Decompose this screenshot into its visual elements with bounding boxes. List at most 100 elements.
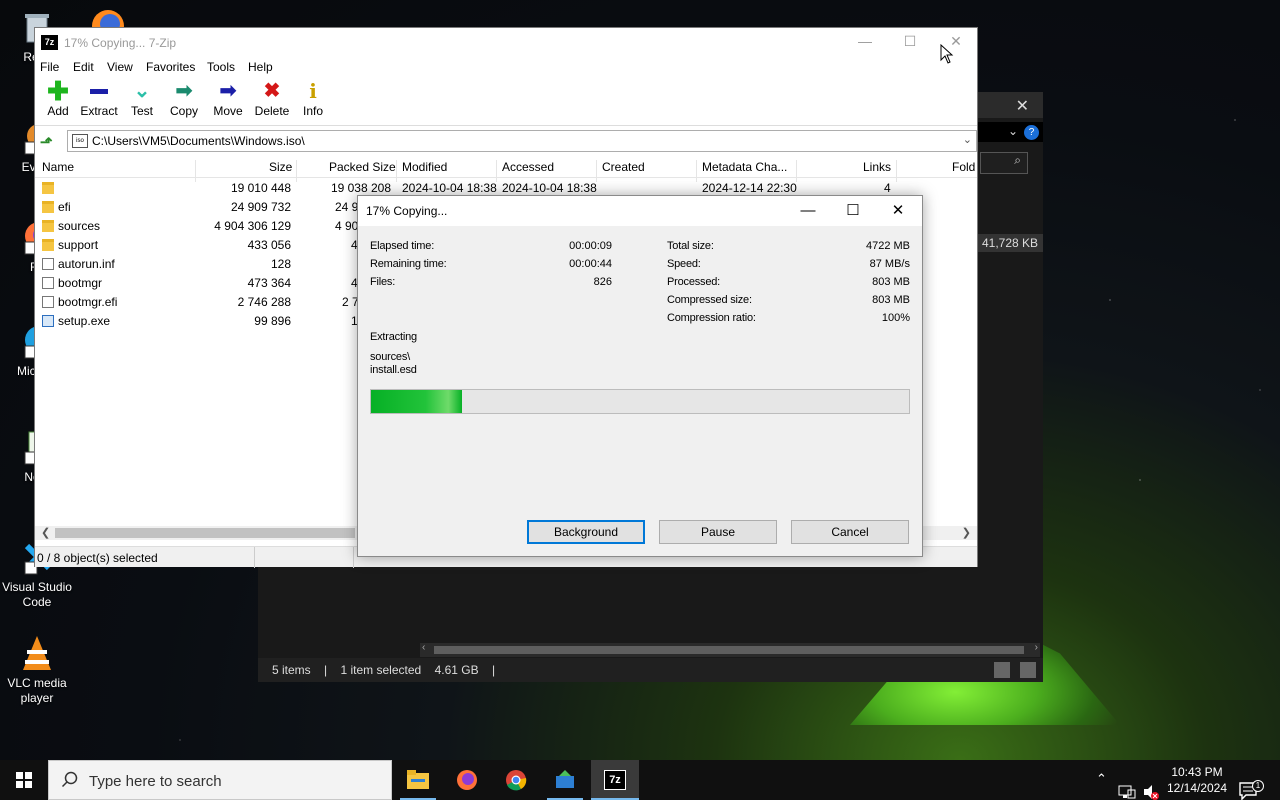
copy-button[interactable]: ➡ Copy <box>169 80 199 118</box>
taskbar-file-explorer[interactable] <box>394 760 442 800</box>
taskbar-search-box[interactable]: Type here to search <box>48 760 392 800</box>
minimize-icon[interactable]: — <box>786 199 830 223</box>
close-icon[interactable]: ✕ <box>1016 96 1029 116</box>
scrollbar-thumb[interactable] <box>434 646 1024 654</box>
start-button[interactable] <box>0 760 48 800</box>
column-metadata-changed[interactable]: Metadata Cha... <box>702 160 787 174</box>
maximize-icon[interactable]: ☐ <box>895 33 925 50</box>
add-button[interactable]: ✚ Add <box>43 76 73 118</box>
file-modified: 2024-10-04 18:38 <box>402 181 497 195</box>
application-icon <box>42 315 54 327</box>
maximize-icon[interactable]: ☐ <box>831 199 875 223</box>
info-button[interactable]: i Info <box>301 80 325 118</box>
chevron-down-icon[interactable]: ⌄ <box>963 133 972 146</box>
taskbar-app-green[interactable] <box>541 760 589 800</box>
copy-progress-dialog[interactable]: 17% Copying... — ☐ ✕ Elapsed time: 00:00… <box>357 195 923 557</box>
folder-up-icon[interactable]: ⬏ <box>40 133 56 151</box>
add-label: Add <box>47 104 69 118</box>
taskbar-7zip[interactable]: 7z <box>591 760 639 800</box>
taskbar-firefox[interactable] <box>443 760 491 800</box>
status-separator: | <box>491 663 496 677</box>
chevron-down-icon[interactable]: ⌄ <box>1008 124 1018 138</box>
file-size: 24 909 732 <box>230 200 291 214</box>
explorer-horizontal-scrollbar[interactable]: ‹ › <box>420 642 1040 657</box>
menu-view[interactable]: View <box>107 60 133 74</box>
menu-file[interactable]: File <box>40 60 59 74</box>
file-icon <box>42 296 54 308</box>
taskbar-chrome[interactable] <box>492 760 540 800</box>
menu-tools[interactable]: Tools <box>207 60 235 74</box>
desktop-icon-vlc[interactable]: VLC media player <box>0 634 74 706</box>
remaining-time-label: Remaining time: <box>370 258 447 270</box>
progress-bar-fill <box>371 390 463 413</box>
network-icon[interactable] <box>1118 772 1136 800</box>
pause-button[interactable]: Pause <box>659 520 777 544</box>
extract-button[interactable]: Extract <box>79 80 119 118</box>
menu-favorites[interactable]: Favorites <box>146 60 195 74</box>
scroll-right-icon[interactable]: ❯ <box>962 526 971 539</box>
help-icon[interactable]: ? <box>1024 125 1039 140</box>
move-button[interactable]: ➡ Move <box>211 80 245 118</box>
column-packed-size[interactable]: Packed Size <box>329 160 396 174</box>
column-modified[interactable]: Modified <box>402 160 447 174</box>
processed-label: Processed: <box>667 276 721 288</box>
speed-value: 87 MB/s <box>869 258 910 270</box>
7zip-logo-icon: 7z <box>41 35 58 50</box>
info-label: Info <box>302 104 323 118</box>
compression-ratio-label: Compression ratio: <box>667 312 756 324</box>
file-packed-size: 24 9 <box>335 200 359 214</box>
minimize-icon[interactable]: — <box>850 33 880 49</box>
7zip-titlebar[interactable]: 7z 17% Copying... 7-Zip — ☐ ✕ <box>35 28 977 64</box>
column-created[interactable]: Created <box>602 160 645 174</box>
column-links[interactable]: Links <box>863 160 891 174</box>
total-size-label: Total size: <box>667 240 714 252</box>
add-icon: ✚ <box>47 76 69 106</box>
file-icon <box>42 277 54 289</box>
file-size-cell: 41,728 KB <box>978 234 1043 252</box>
clock-time: 10:43 PM <box>1171 765 1223 779</box>
scrollbar-thumb[interactable] <box>55 528 355 538</box>
volume-muted-icon[interactable] <box>1142 772 1160 800</box>
total-size-value: 4722 MB <box>865 240 910 252</box>
column-folders[interactable]: Fold <box>952 160 975 174</box>
folder-icon <box>42 201 54 213</box>
column-name[interactable]: Name <box>42 160 74 174</box>
toolbar: ✚ Add Extract ⌄ Test ➡ Copy ➡ Move ✖ Del… <box>35 78 977 126</box>
menu-help[interactable]: Help <box>248 60 273 74</box>
path-input[interactable]: iso C:\Users\VM5\Documents\Windows.iso\ … <box>67 130 977 152</box>
chevron-up-icon[interactable]: ⌃ <box>1096 771 1107 800</box>
menu-bar: File Edit View Favorites Tools Help <box>35 58 977 78</box>
scroll-left-icon[interactable]: ❮ <box>41 526 50 539</box>
compressed-size-value: 803 MB <box>872 294 910 306</box>
column-accessed[interactable]: Accessed <box>502 160 554 174</box>
test-button[interactable]: ⌄ Test <box>129 80 155 118</box>
explorer-statusbar: 5 items | 1 item selected 4.61 GB | <box>258 658 1043 682</box>
file-name: bootmgr <box>58 276 103 290</box>
background-button[interactable]: Background <box>527 520 645 544</box>
file-size: 4 904 306 129 <box>214 219 291 233</box>
speed-label: Speed: <box>667 258 701 270</box>
selection-size: 4.61 GB <box>434 663 479 677</box>
folder-icon <box>42 239 54 251</box>
files-label: Files: <box>370 276 396 288</box>
move-label: Move <box>213 104 243 118</box>
details-view-icon[interactable] <box>994 662 1010 678</box>
close-icon[interactable]: ✕ <box>876 199 920 223</box>
explorer-search-input[interactable]: ⌕ <box>980 152 1028 174</box>
copy-icon: ➡ <box>175 80 193 102</box>
scroll-right-icon[interactable]: › <box>1035 642 1038 653</box>
menu-edit[interactable]: Edit <box>73 60 94 74</box>
delete-button[interactable]: ✖ Delete <box>253 80 291 118</box>
extract-label: Extract <box>80 104 118 118</box>
dialog-titlebar[interactable]: 17% Copying... — ☐ ✕ <box>358 196 922 226</box>
delete-label: Delete <box>254 104 290 118</box>
large-icons-view-icon[interactable] <box>1020 662 1036 678</box>
scroll-left-icon[interactable]: ‹ <box>422 642 425 653</box>
cancel-button[interactable]: Cancel <box>791 520 909 544</box>
file-name: sources <box>58 219 101 233</box>
vlc-icon <box>23 636 51 670</box>
info-icon: i <box>309 79 317 103</box>
chrome-icon <box>506 770 527 791</box>
system-clock[interactable]: 10:43 PM 12/14/2024 <box>1162 764 1232 796</box>
column-size[interactable]: Size <box>269 160 292 174</box>
